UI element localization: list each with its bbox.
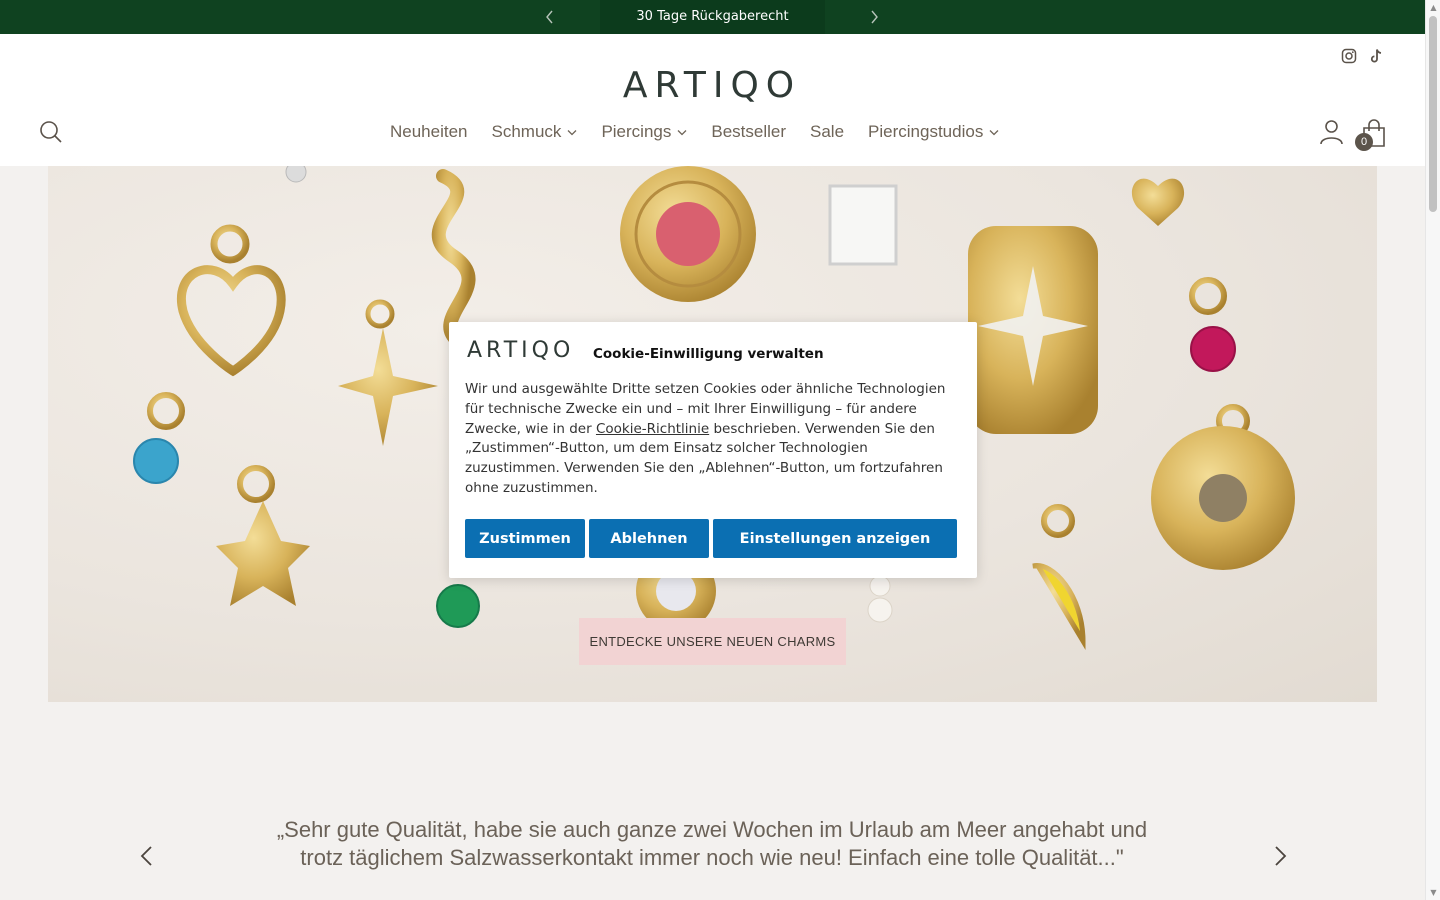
nav-label: Piercingstudios — [868, 122, 984, 141]
chevron-down-icon — [989, 129, 999, 135]
search-icon[interactable] — [39, 120, 63, 144]
cookie-consent-dialog: ARTIQO Cookie-Einwilligung verwalten Wir… — [449, 322, 977, 578]
tiktok-icon[interactable] — [1368, 48, 1384, 64]
chevron-down-icon — [677, 129, 687, 135]
logo[interactable]: ARTIQO — [606, 64, 818, 104]
instagram-icon[interactable] — [1341, 48, 1357, 64]
testimonial-quote: „Sehr gute Qualität, habe sie auch ganze… — [276, 817, 1148, 870]
nav-label: Sale — [810, 122, 845, 141]
nav-item-piercings[interactable]: Piercings — [601, 122, 687, 142]
nav-item-sale[interactable]: Sale — [810, 122, 844, 142]
nav-item-bestseller[interactable]: Bestseller — [711, 122, 786, 142]
cart-count-badge: 0 — [1355, 133, 1373, 151]
site-header: ARTIQO Neuheiten Schmuck Piercings Bests… — [0, 34, 1425, 166]
cookie-dialog-logo: ARTIQO — [467, 338, 574, 360]
scroll-down-icon[interactable]: ▼ — [1429, 888, 1438, 897]
chevron-down-icon — [567, 129, 577, 135]
nav-item-neuheiten[interactable]: Neuheiten — [390, 122, 468, 142]
announcement-next-button[interactable] — [864, 0, 884, 34]
nav-label: Piercings — [601, 122, 672, 141]
show-settings-button[interactable]: Einstellungen anzeigen — [713, 519, 957, 558]
svg-text:ARTIQO: ARTIQO — [623, 65, 801, 104]
chevron-right-icon — [871, 10, 878, 24]
nav-label: Neuheiten — [390, 122, 468, 141]
accept-cookies-button[interactable]: Zustimmen — [465, 519, 585, 558]
main-navigation: Neuheiten Schmuck Piercings Bestseller S… — [390, 120, 999, 144]
chevron-right-icon[interactable] — [1270, 844, 1290, 868]
account-icon[interactable] — [1319, 119, 1344, 145]
chevron-left-icon — [546, 10, 553, 24]
svg-text:ARTIQO: ARTIQO — [467, 338, 574, 360]
nav-label: Schmuck — [491, 122, 562, 141]
nav-label: Bestseller — [711, 122, 786, 141]
discover-charms-button[interactable]: ENTDECKE UNSERE NEUEN CHARMS — [579, 618, 846, 665]
page-scrollbar[interactable]: ▲ ▼ — [1425, 0, 1440, 900]
cookie-dialog-text: Wir und ausgewählte Dritte setzen Cookie… — [465, 380, 965, 499]
nav-item-schmuck[interactable]: Schmuck — [492, 122, 578, 142]
announcement-bar: 30 Tage Rückgaberecht — [0, 0, 1425, 34]
cookie-dialog-title: Cookie-Einwilligung verwalten — [593, 346, 824, 362]
cookie-policy-link[interactable]: Cookie-Richtlinie — [596, 421, 709, 437]
scroll-up-icon[interactable]: ▲ — [1429, 3, 1438, 12]
scrollbar-thumb[interactable] — [1429, 16, 1437, 212]
reject-cookies-button[interactable]: Ablehnen — [589, 519, 709, 558]
announcement-prev-button[interactable] — [540, 0, 560, 34]
nav-item-piercingstudios[interactable]: Piercingstudios — [868, 122, 999, 142]
chevron-left-icon[interactable] — [137, 844, 157, 868]
announcement-text: 30 Tage Rückgaberecht — [600, 0, 825, 34]
